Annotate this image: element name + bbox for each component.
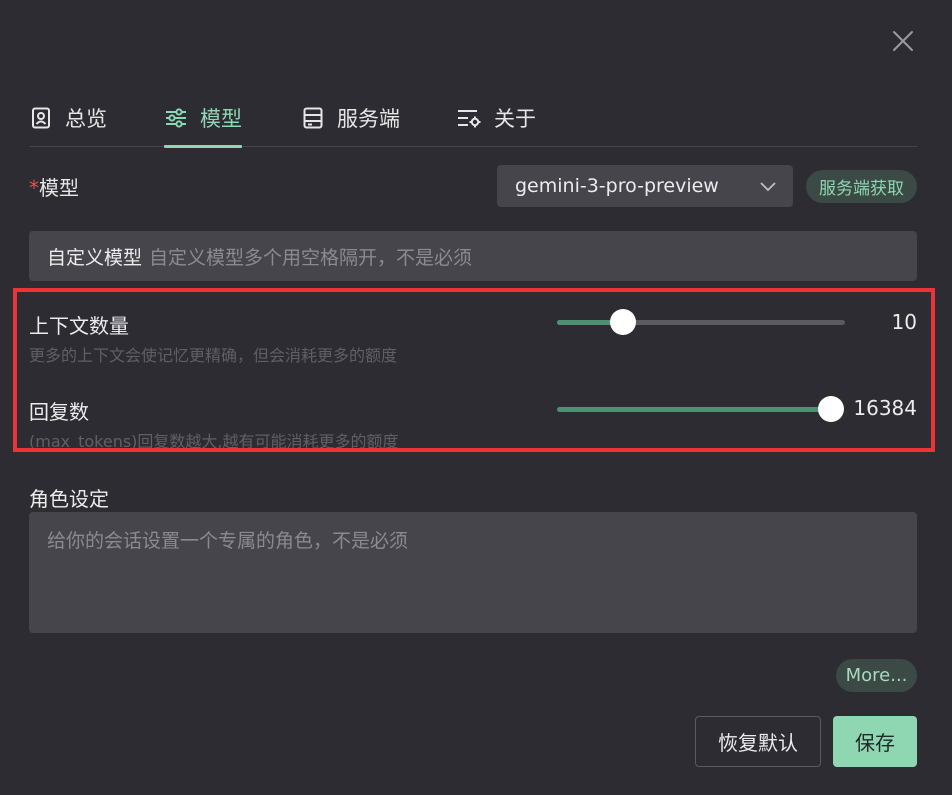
slider-thumb[interactable] bbox=[610, 309, 637, 335]
tab-overview[interactable]: 总览 bbox=[29, 88, 107, 147]
role-label: 角色设定 bbox=[29, 487, 109, 511]
fetch-from-server-label: 服务端获取 bbox=[819, 179, 904, 199]
reset-default-label: 恢复默认 bbox=[718, 731, 798, 755]
max-tokens-value: 16384 bbox=[853, 396, 917, 420]
max-tokens-title: 回复数 bbox=[29, 400, 89, 424]
role-textarea[interactable]: 给你的会话设置一个专属的角色，不是必须 bbox=[29, 512, 917, 633]
more-button[interactable]: More... bbox=[836, 659, 917, 692]
settings-dialog: 总览 模型 服务端 关于 *模型 gemini-3-pro-preview 服务… bbox=[0, 0, 952, 795]
tab-server-label: 服务端 bbox=[337, 106, 400, 131]
close-button[interactable] bbox=[888, 26, 918, 56]
context-count-value: 10 bbox=[891, 310, 917, 334]
tab-bar: 总览 模型 服务端 关于 bbox=[29, 88, 917, 148]
tab-about-label: 关于 bbox=[494, 106, 536, 131]
fetch-from-server-button[interactable]: 服务端获取 bbox=[806, 170, 917, 203]
more-label: More... bbox=[845, 665, 908, 686]
tab-about[interactable]: 关于 bbox=[456, 88, 536, 147]
model-select[interactable]: gemini-3-pro-preview bbox=[497, 165, 793, 207]
context-count-slider[interactable] bbox=[557, 309, 845, 335]
slider-fill bbox=[557, 407, 831, 412]
context-count-title: 上下文数量 bbox=[29, 314, 129, 338]
max-tokens-slider[interactable] bbox=[557, 396, 844, 422]
required-mark: * bbox=[29, 176, 39, 200]
slider-thumb[interactable] bbox=[818, 396, 844, 422]
tab-overview-label: 总览 bbox=[65, 106, 107, 131]
server-icon bbox=[303, 107, 323, 128]
max-tokens-description: (max_tokens)回复数越大,越有可能消耗更多的额度 bbox=[29, 432, 399, 451]
save-button[interactable]: 保存 bbox=[833, 716, 917, 767]
model-select-value: gemini-3-pro-preview bbox=[515, 175, 719, 197]
model-label-text: 模型 bbox=[39, 176, 79, 200]
custom-model-prefix: 自定义模型 bbox=[47, 246, 143, 269]
chevron-down-icon bbox=[760, 182, 776, 192]
sliders-icon bbox=[166, 107, 186, 128]
custom-model-placeholder: 自定义模型多个用空格隔开，不是必须 bbox=[149, 246, 473, 269]
close-icon[interactable] bbox=[892, 30, 914, 52]
role-placeholder: 给你的会话设置一个专属的角色，不是必须 bbox=[47, 530, 409, 552]
save-label: 保存 bbox=[855, 731, 895, 755]
document-person-icon bbox=[32, 107, 50, 128]
tab-model-label: 模型 bbox=[200, 106, 242, 131]
list-settings-icon bbox=[458, 109, 481, 127]
tab-server[interactable]: 服务端 bbox=[301, 88, 400, 147]
tab-model[interactable]: 模型 bbox=[164, 88, 242, 148]
model-label: *模型 bbox=[29, 172, 79, 201]
custom-model-input[interactable]: 自定义模型 自定义模型多个用空格隔开，不是必须 bbox=[29, 231, 917, 281]
context-count-description: 更多的上下文会使记忆更精确，但会消耗更多的额度 bbox=[29, 346, 398, 365]
reset-default-button[interactable]: 恢复默认 bbox=[695, 716, 821, 767]
